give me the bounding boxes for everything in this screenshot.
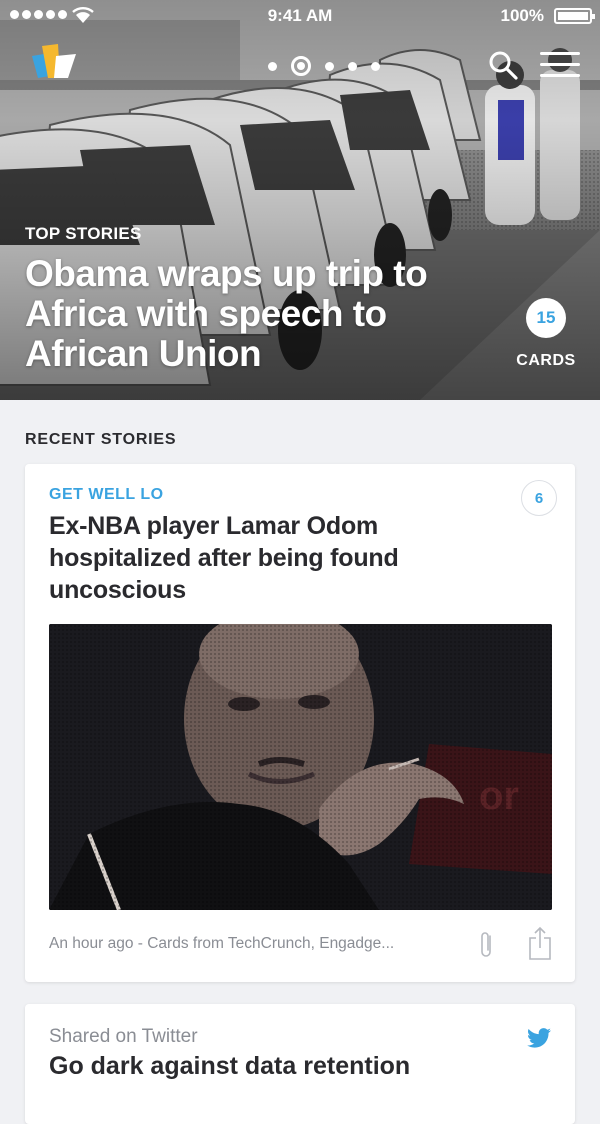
hero-headline[interactable]: Obama wraps up trip to Africa with speec… [25,254,465,374]
story-card[interactable]: Shared on Twitter Go dark against data r… [25,1004,575,1124]
hero-card-count[interactable]: 15 [526,298,566,338]
hero-pager[interactable] [268,56,380,76]
pager-dot[interactable] [371,61,380,71]
top-story-hero[interactable]: 9:41 AM 100% TOP STORIES Obama wraps up … [0,0,600,400]
pager-dot[interactable] [325,61,334,71]
app-logo-icon[interactable] [30,42,80,84]
search-icon[interactable] [488,50,518,80]
pager-dot[interactable] [348,61,357,71]
status-bar: 9:41 AM 100% [0,0,600,32]
recent-stories-heading: RECENT STORIES [25,431,177,448]
story-image[interactable]: or [49,624,552,910]
twitter-icon[interactable] [527,1028,551,1048]
story-title[interactable]: Ex-NBA player Lamar Odom hospitalized af… [49,510,469,606]
pager-dot[interactable] [268,61,277,71]
section-label: TOP STORIES [25,224,142,243]
hero-card-count-label: CARDS [516,352,576,369]
menu-icon[interactable] [540,52,580,78]
story-card[interactable]: GET WELL LO 6 Ex-NBA player Lamar Odom h… [25,464,575,982]
battery-icon [554,8,595,24]
story-photo: or [49,624,552,910]
paperclip-icon[interactable] [479,930,495,960]
pager-dot-active[interactable] [291,56,311,76]
share-icon[interactable] [529,926,551,960]
story-card-count[interactable]: 6 [521,480,557,516]
story-source: Shared on Twitter [49,1026,198,1047]
story-tag[interactable]: GET WELL LO [49,486,164,504]
story-title[interactable]: Go dark against data retention [49,1050,469,1082]
battery-percent: 100% [500,6,544,25]
story-meta: An hour ago - Cards from TechCrunch, Eng… [49,935,395,952]
